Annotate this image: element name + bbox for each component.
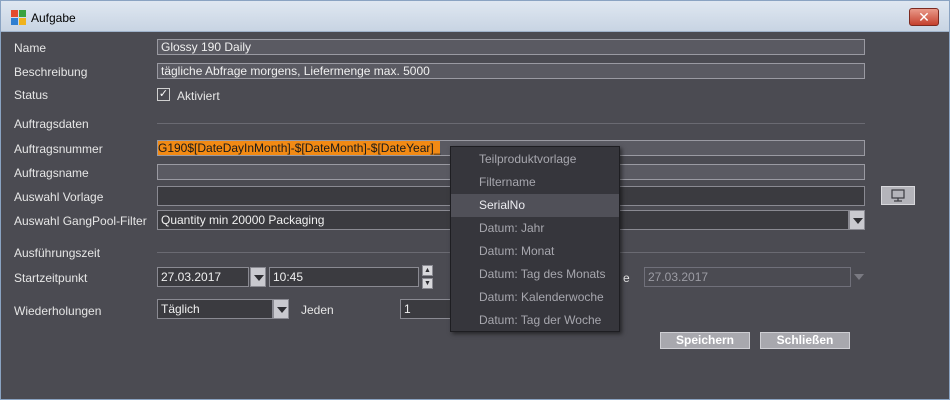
menu-item-datum-tag-der-woche[interactable]: Datum: Tag der Woche [451,309,619,332]
menu-item-serialno[interactable]: SerialNo [451,194,619,217]
menu-item-datum-kalenderwoche[interactable]: Datum: Kalenderwoche [451,286,619,309]
monitor-icon [891,189,905,202]
aufgabe-window: Aufgabe ✕ Name Glossy 190 Daily Beschrei… [0,0,950,400]
status-checkbox[interactable]: ✓ [157,88,170,101]
end-label-fragment: e [623,271,630,285]
save-button[interactable]: Speichern [660,332,750,349]
title-bar[interactable]: Aufgabe ✕ [1,1,949,32]
end-date-dropdown-arrow[interactable] [851,267,867,287]
wiederholungen-label: Wiederholungen [14,304,102,318]
vorlage-label: Auswahl Vorlage [14,190,104,204]
time-up-button[interactable]: ▲ [422,265,433,276]
status-checkbox-label: Aktiviert [177,89,220,103]
gangpool-label: Auswahl GangPool-Filter [14,214,147,228]
name-field[interactable]: Glossy 190 Daily [157,39,865,55]
end-date-field[interactable]: 27.03.2017 [644,267,851,287]
placeholder-popup-menu: Teilproduktvorlage Filtername SerialNo D… [450,146,620,332]
start-time-field[interactable]: 10:45 [269,267,419,287]
wiederholungen-select[interactable]: Täglich [157,299,273,319]
time-down-button[interactable]: ▼ [422,278,433,289]
beschreibung-label: Beschreibung [14,65,88,79]
menu-item-filtername[interactable]: Filtername [451,171,619,194]
startzeitpunkt-label: Startzeitpunkt [14,271,88,285]
close-window-button[interactable]: ✕ [909,8,939,26]
ausfuehrung-section-title: Ausführungszeit [14,246,101,260]
auftragsdaten-section-title: Auftragsdaten [14,117,89,131]
auftragsdaten-divider [157,123,865,124]
start-date-field[interactable]: 27.03.2017 [157,267,249,287]
menu-item-datum-monat[interactable]: Datum: Monat [451,240,619,263]
auftragsnummer-label: Auftragsnummer [14,142,103,156]
jeden-field[interactable]: 1 [400,299,452,319]
auftragsname-label: Auftragsname [14,166,89,180]
name-label: Name [14,41,47,55]
app-icon [11,10,26,25]
menu-item-datum-jahr[interactable]: Datum: Jahr [451,217,619,240]
start-date-dropdown-arrow[interactable] [250,267,266,287]
browse-vorlage-button[interactable] [881,186,915,205]
status-label: Status [14,88,49,102]
beschreibung-field[interactable]: tägliche Abfrage morgens, Liefermenge ma… [157,63,865,79]
gangpool-dropdown-arrow[interactable] [849,210,865,230]
auftragsnummer-selected-text: G190$[DateDayInMonth]-$[DateMonth]-$[Dat… [158,141,441,155]
jeden-label: Jeden [301,303,334,317]
menu-item-teilproduktvorlage[interactable]: Teilproduktvorlage [451,148,619,171]
wiederholungen-dropdown-arrow[interactable] [273,299,289,319]
close-button[interactable]: Schließen [760,332,850,349]
window-title: Aufgabe [31,11,76,25]
menu-item-datum-tag-des-monats[interactable]: Datum: Tag des Monats [451,263,619,286]
